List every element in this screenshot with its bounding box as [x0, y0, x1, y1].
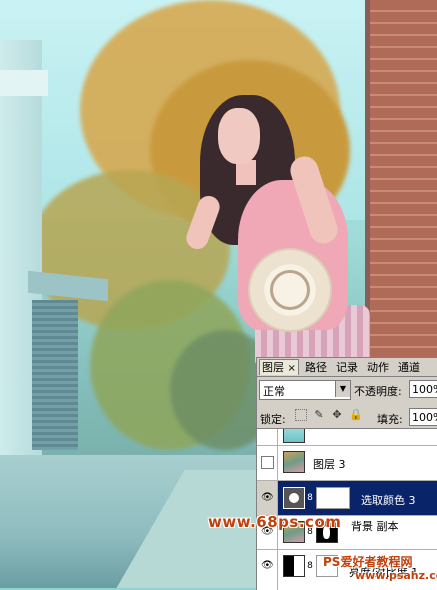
lock-brush-icon[interactable]: ✎: [313, 409, 325, 421]
adjustment-icon: [283, 555, 305, 577]
fill-label: 填充:: [377, 413, 403, 426]
layer-row-selected[interactable]: 👁 8 选取颜色 3: [257, 481, 437, 516]
panel-tabs: 图层 × 路径 记录 动作 通道: [257, 358, 437, 377]
lock-all-icon[interactable]: 🔒: [349, 409, 363, 421]
hat-band: [270, 270, 310, 310]
link-icon[interactable]: 8: [306, 493, 314, 503]
watermark-text: www.68ps.com: [208, 513, 342, 531]
layer-thumbnail: [283, 429, 305, 443]
layer-thumbnail: [283, 451, 305, 473]
lock-label: 锁定:: [260, 413, 286, 426]
layer-mask-thumbnail: [316, 487, 350, 509]
face: [218, 108, 260, 164]
opacity-input[interactable]: 100%: [409, 380, 437, 398]
link-icon[interactable]: 8: [306, 561, 314, 571]
visibility-cell[interactable]: [257, 446, 278, 480]
layer-row[interactable]: [257, 429, 437, 446]
tab-layers[interactable]: 图层 ×: [259, 359, 299, 375]
watermark-text: www.psahz.com: [355, 569, 437, 582]
visibility-toggle[interactable]: [261, 456, 274, 469]
tab-label: 图层: [262, 361, 284, 374]
blend-mode-select[interactable]: 正常 ▼: [259, 380, 351, 400]
watermark-text: PS爱好者教程网: [323, 555, 413, 569]
tab-history[interactable]: 记录: [336, 360, 358, 375]
tab-actions[interactable]: 动作: [367, 360, 389, 375]
eye-icon[interactable]: 👁: [261, 492, 274, 504]
rolling-shutter: [32, 300, 78, 450]
tab-channels[interactable]: 通道: [398, 360, 420, 375]
tab-paths[interactable]: 路径: [305, 360, 327, 375]
eye-icon[interactable]: 👁: [261, 560, 274, 572]
visibility-cell[interactable]: 👁: [257, 550, 278, 590]
visibility-cell[interactable]: 👁: [257, 481, 278, 515]
fill-input[interactable]: 100%: [409, 408, 437, 426]
opacity-label: 不透明度:: [354, 385, 402, 398]
layer-name: 选取颜色 3: [361, 494, 416, 507]
blend-mode-value: 正常: [263, 385, 285, 398]
lock-transparency-icon[interactable]: [295, 409, 307, 421]
close-icon[interactable]: ×: [288, 363, 296, 374]
building-roof: [0, 70, 48, 96]
layer-name: 图层 3: [313, 458, 346, 471]
lock-move-icon[interactable]: ✥: [331, 409, 343, 421]
layer-name: 背景 副本: [351, 520, 399, 533]
adjustment-icon: [283, 487, 305, 509]
layer-row[interactable]: 图层 3: [257, 446, 437, 481]
chevron-down-icon[interactable]: ▼: [335, 381, 350, 397]
visibility-cell: [257, 429, 278, 445]
